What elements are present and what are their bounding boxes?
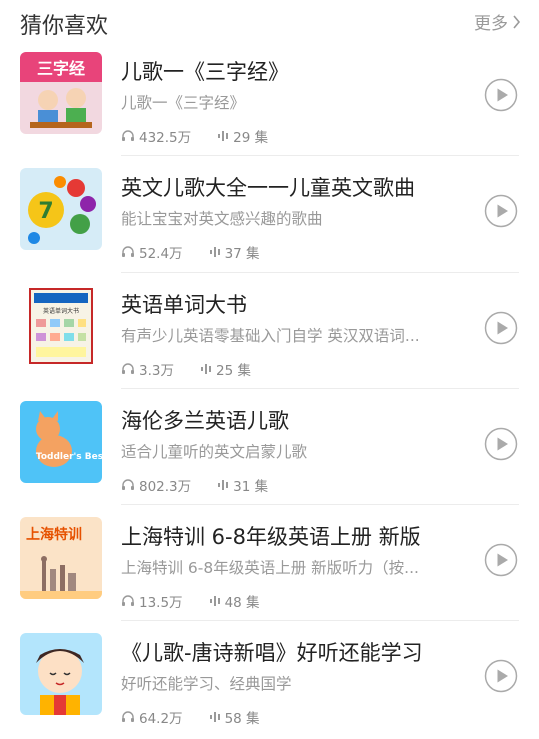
thumb-text: 7 — [38, 199, 53, 224]
cover-image: 英语单词大书 — [20, 284, 102, 367]
audio-wave-icon — [200, 363, 211, 374]
item-meta: 52.4万 37 集 — [121, 242, 286, 262]
audio-wave-icon — [209, 596, 220, 607]
item-meta: 3.3万 25 集 — [121, 359, 277, 379]
play-count: 64.2万 — [139, 711, 183, 728]
play-count: 3.3万 — [139, 362, 174, 379]
item-subtitle: 有声少儿英语零基础入门自学 英汉双语词... — [121, 326, 420, 345]
play-icon[interactable] — [484, 543, 518, 577]
headphone-icon — [122, 130, 134, 141]
section-header: 猜你喜欢 更多 — [0, 0, 539, 39]
item-subtitle: 好听还能学习、经典国学 — [121, 675, 292, 694]
play-icon[interactable] — [484, 427, 518, 461]
audio-wave-icon — [209, 247, 220, 258]
episode-count: 37 集 — [224, 246, 260, 263]
item-subtitle: 儿歌一《三字经》 — [121, 94, 246, 112]
play-count: 802.3万 — [139, 478, 192, 495]
play-count: 13.5万 — [139, 595, 183, 612]
thumb-text: Toddler's Best Start — [36, 452, 102, 462]
headphone-icon — [122, 479, 134, 490]
item-title: 英文儿歌大全一一儿童英文歌曲 — [121, 176, 415, 201]
headphone-icon — [122, 362, 134, 374]
thumb-text: 三字经 — [37, 59, 85, 78]
item-subtitle: 上海特训 6-8年级英语上册 新版听力（按... — [121, 559, 419, 578]
list-item[interactable]: 《儿歌-唐诗新唱》好听还能学习 好听还能学习、经典国学 64.2万 58 集 — [0, 621, 539, 737]
chevron-right-icon — [513, 14, 521, 29]
headphone-icon — [122, 246, 134, 258]
item-title: 儿歌一《三字经》 — [121, 60, 289, 84]
play-icon[interactable] — [484, 311, 518, 345]
cover-image: 上海特训 — [20, 517, 102, 600]
audio-wave-icon — [209, 712, 220, 723]
cover-image — [20, 633, 102, 716]
list-item[interactable]: 三字经 儿歌一《三字经》 儿歌一《三字经》 432.5万 29 集 — [0, 40, 539, 157]
cover-image: 7 — [20, 168, 102, 251]
play-icon[interactable] — [484, 78, 518, 112]
more-link[interactable]: 更多 — [474, 9, 521, 34]
episode-count: 25 集 — [215, 362, 251, 379]
section-title: 猜你喜欢 — [20, 14, 109, 39]
item-meta: 432.5万 29 集 — [121, 126, 294, 146]
list-item[interactable]: 7 英文儿歌大全一一儿童英文歌曲 能让宝宝对英文感兴趣的歌曲 52.4万 37 … — [0, 156, 539, 273]
episode-count: 31 集 — [233, 478, 269, 495]
play-icon[interactable] — [484, 194, 518, 228]
play-count: 52.4万 — [139, 246, 183, 263]
item-title: 上海特训 6-8年级英语上册 新版 — [121, 525, 421, 550]
item-title: 海伦多兰英语儿歌 — [121, 408, 289, 433]
list-item[interactable]: 英语单词大书 英语单词大书 有声少儿英语零基础入门自学 英汉双语词... 3.3… — [0, 273, 539, 389]
list-item[interactable]: 上海特训 上海特训 6-8年级英语上册 新版 上海特训 6-8年级英语上册 新版… — [0, 505, 539, 622]
recommendation-list: 三字经 儿歌一《三字经》 儿歌一《三字经》 432.5万 29 集 7 英文儿歌… — [0, 40, 539, 738]
list-item[interactable]: Toddler's Best Start 海伦多兰英语儿歌 适合儿童听的英文启蒙… — [0, 389, 539, 506]
cover-image: Toddler's Best Start — [20, 400, 102, 483]
episode-count: 58 集 — [224, 711, 260, 728]
thumb-text: 上海特训 — [26, 526, 82, 543]
play-icon[interactable] — [484, 659, 518, 693]
audio-wave-icon — [218, 131, 229, 141]
item-subtitle: 适合儿童听的英文启蒙儿歌 — [121, 442, 308, 461]
cover-image: 三字经 — [20, 52, 102, 134]
headphone-icon — [122, 711, 134, 723]
item-title: 英语单词大书 — [121, 292, 247, 317]
item-subtitle: 能让宝宝对英文感兴趣的歌曲 — [121, 210, 323, 229]
episode-count: 48 集 — [224, 595, 260, 612]
item-title: 《儿歌-唐诗新唱》好听还能学习 — [121, 641, 423, 666]
audio-wave-icon — [218, 479, 229, 490]
item-meta: 64.2万 58 集 — [121, 707, 286, 727]
play-count: 432.5万 — [139, 130, 192, 146]
item-meta: 13.5万 48 集 — [121, 591, 286, 611]
more-label: 更多 — [474, 14, 508, 34]
episode-count: 29 集 — [233, 130, 269, 146]
thumb-text: 英语单词大书 — [43, 307, 79, 315]
headphone-icon — [122, 595, 134, 607]
item-meta: 802.3万 31 集 — [121, 475, 294, 495]
